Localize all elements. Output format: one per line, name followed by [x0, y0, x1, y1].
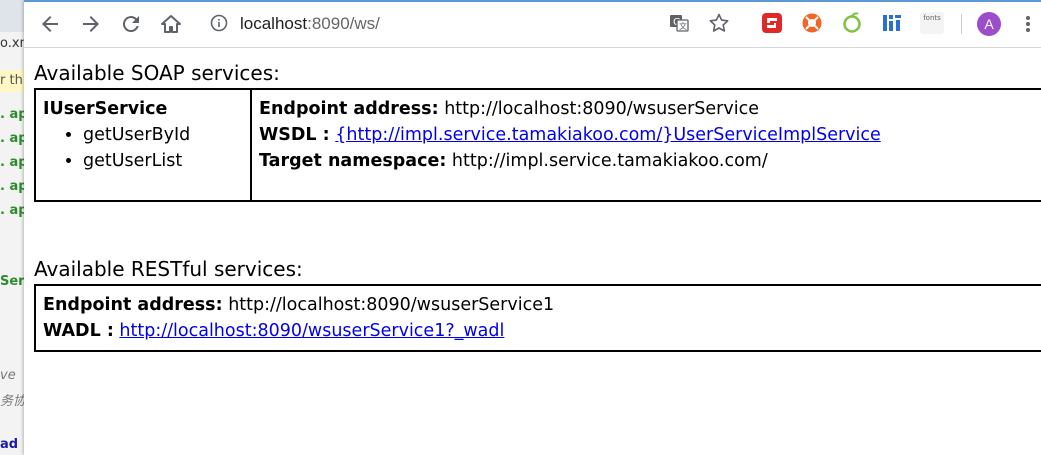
rest-details-cell: Endpoint address: http://localhost:8090/…: [34, 284, 1041, 352]
background-text: r th: [0, 70, 24, 92]
endpoint-label: Endpoint address:: [259, 99, 439, 119]
forward-icon[interactable]: [79, 12, 103, 36]
rest-endpoint-label: Endpoint address:: [43, 295, 223, 315]
toolbar-separator: [961, 14, 962, 34]
fonts-extension-icon[interactable]: fonts: [920, 12, 944, 34]
soap-heading: Available SOAP services:: [34, 61, 280, 85]
operation-item: getUserList: [83, 148, 243, 174]
background-text: 务协: [0, 394, 24, 409]
browser-toolbar: localhost:8090/ws/ G文 fonts A: [24, 0, 1041, 48]
background-window: o.xn r th . ap . ap . ap . ap . ap Ser v…: [0, 0, 24, 455]
extension-red-icon[interactable]: [761, 12, 783, 34]
wadl-link[interactable]: http://localhost:8090/wsuserService1?_wa…: [119, 321, 504, 341]
soap-services-table: IUserService getUserById getUserList End…: [34, 88, 1041, 202]
background-text: o.xn: [0, 36, 24, 51]
namespace-value: http://impl.service.tamakiakoo.com/: [451, 151, 768, 171]
extension-green-icon[interactable]: [841, 12, 863, 34]
namespace-label: Target namespace:: [259, 151, 447, 171]
fonts-label: fonts: [920, 12, 944, 34]
rest-endpoint-value: http://localhost:8090/wsuserService1: [228, 295, 555, 315]
extension-orange-icon[interactable]: [801, 12, 823, 34]
background-text: Ser: [0, 274, 24, 289]
profile-avatar[interactable]: A: [977, 12, 1001, 36]
background-text: . ap: [0, 155, 24, 170]
rest-heading: Available RESTful services:: [34, 257, 303, 281]
site-info-icon[interactable]: [210, 14, 228, 32]
background-text: . ap: [0, 131, 24, 146]
wsdl-label: WSDL :: [259, 125, 330, 145]
home-icon[interactable]: [159, 12, 183, 36]
extension-blue-icon[interactable]: [881, 12, 903, 34]
url-path: :8090/ws/: [307, 14, 380, 33]
url-host: localhost: [240, 14, 308, 33]
background-text: ve: [0, 368, 16, 383]
rest-services-table: Endpoint address: http://localhost:8090/…: [34, 284, 1041, 352]
background-text: . ap: [0, 179, 24, 194]
service-details-cell: Endpoint address: http://localhost:8090/…: [250, 88, 1041, 202]
bookmark-star-icon[interactable]: [708, 12, 730, 34]
background-text: ad: [0, 437, 19, 452]
address-bar[interactable]: localhost:8090/ws/: [240, 12, 380, 36]
endpoint-value: http://localhost:8090/wsuserService: [444, 99, 759, 119]
operation-item: getUserById: [83, 122, 243, 148]
service-name: IUserService: [43, 99, 168, 119]
svg-text:文: 文: [679, 21, 687, 31]
background-text: . ap: [0, 203, 24, 218]
background-window-titlebar: [0, 0, 24, 32]
translate-icon[interactable]: G文: [668, 12, 690, 34]
service-cell: IUserService getUserById getUserList: [34, 88, 252, 202]
wsdl-link[interactable]: {http://impl.service.tamakiakoo.com/}Use…: [335, 125, 881, 145]
background-text: . ap: [0, 107, 24, 122]
page-content: Available SOAP services: IUserService ge…: [24, 48, 1041, 455]
back-icon[interactable]: [38, 12, 62, 36]
wadl-label: WADL :: [43, 321, 114, 341]
more-menu-icon[interactable]: [1024, 12, 1032, 36]
browser-window: localhost:8090/ws/ G文 fonts A Available: [24, 0, 1041, 455]
operations-list: getUserById getUserList: [43, 122, 243, 174]
reload-icon[interactable]: [119, 12, 143, 36]
